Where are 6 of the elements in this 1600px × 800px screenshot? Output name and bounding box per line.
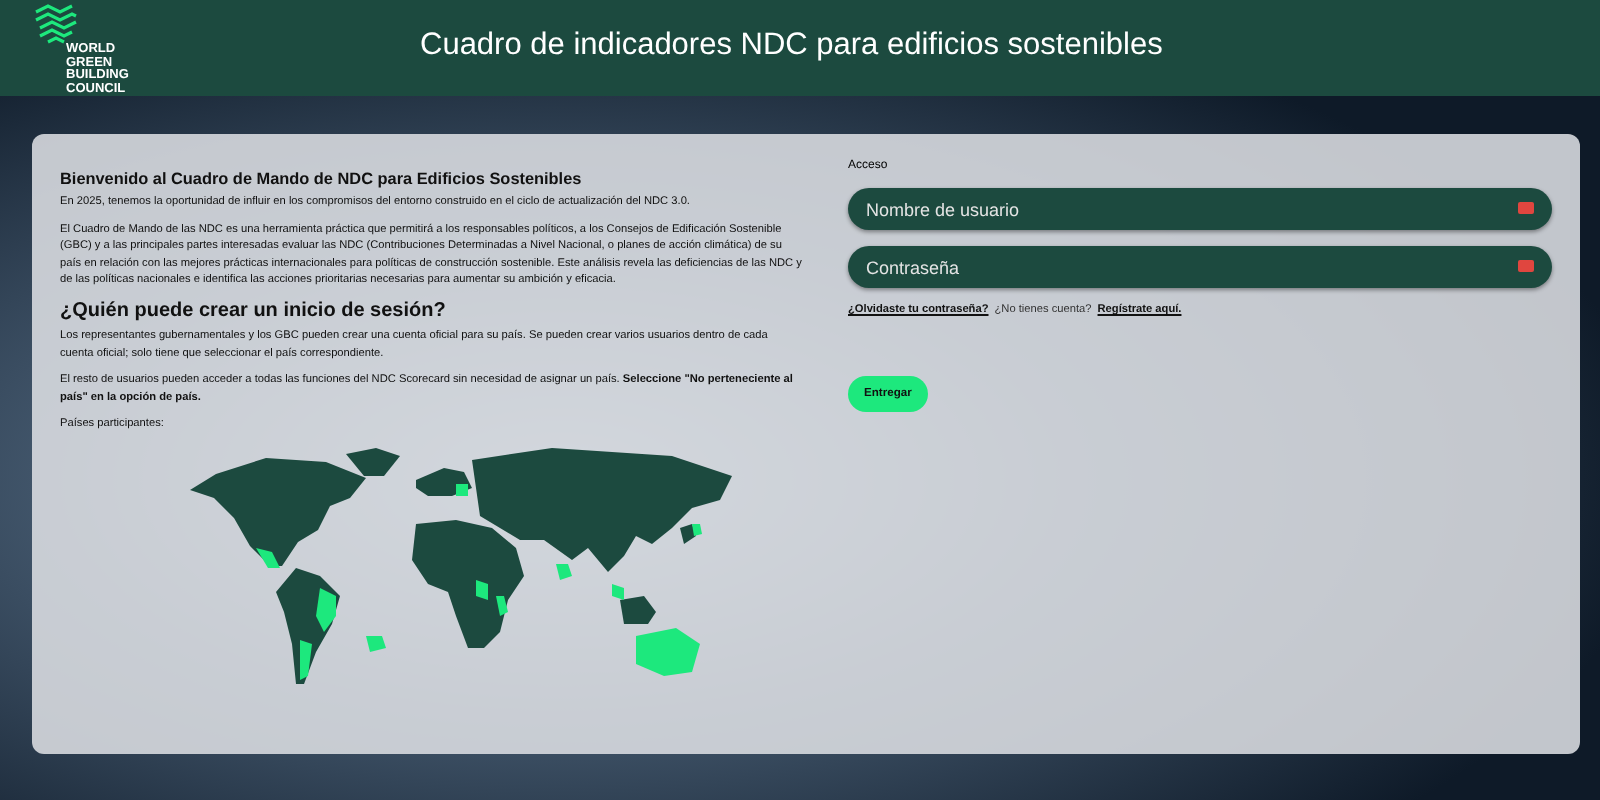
page-title: Cuadro de indicadores NDC para edificios sostenibles — [420, 28, 1163, 64]
welcome-heading: Bienvenido al Cuadro de Mando de NDC para Edificios Sostenibles — [60, 170, 584, 188]
logo-icon — [32, 4, 80, 44]
input-field[interactable]: Contraseña — [848, 246, 1552, 288]
section-heading: ¿Quién puede crear un inicio de sesión? — [60, 299, 448, 322]
input-field[interactable]: Nombre de usuario — [848, 188, 1552, 230]
